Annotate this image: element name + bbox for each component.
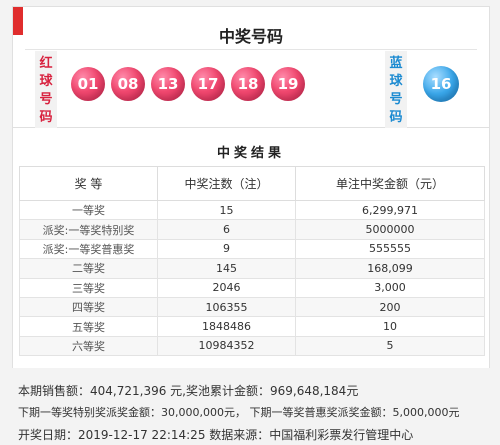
red-ball: 18 — [231, 67, 265, 101]
blue-label-char: 码 — [389, 110, 403, 125]
divider — [25, 49, 477, 50]
blue-ball: 16 — [423, 66, 459, 102]
prize-amount: 5 — [295, 335, 485, 357]
table-row: 二等奖 145 168,099 — [19, 258, 485, 279]
table-row: 派奖:一等奖普惠奖 9 555555 — [19, 238, 485, 260]
red-ball: 17 — [191, 67, 225, 101]
table-row: 派奖:一等奖特别奖 6 5000000 — [19, 219, 485, 240]
prize-level: 一等奖 — [19, 199, 158, 221]
blue-label-char: 蓝 — [389, 56, 403, 71]
prize-level: 五等奖 — [19, 316, 158, 337]
blue-ball-label: 蓝 球 号 码 — [385, 51, 407, 131]
prize-amount: 555555 — [295, 238, 485, 260]
winner-count: 2046 — [157, 277, 296, 298]
red-balls: 01 08 13 17 18 19 — [71, 67, 311, 103]
winner-count: 9 — [157, 238, 296, 260]
prize-table: 奖 等 中奖注数（注） 单注中奖金额（元） 一等奖 15 6,299,971 派… — [19, 166, 485, 357]
red-label-char: 码 — [39, 110, 53, 125]
prize-level: 派奖:一等奖特别奖 — [19, 219, 158, 240]
prize-amount: 168,099 — [295, 258, 485, 279]
next-draw-info: 下期一等奖特别奖派奖金额：30,000,000元， 下期一等奖普惠奖派奖金额：5… — [18, 406, 460, 419]
prize-amount: 200 — [295, 296, 485, 318]
prize-level: 派奖:一等奖普惠奖 — [19, 238, 158, 260]
draw-date-info: 开奖日期：2019-12-17 22:14:25 数据来源：中国福利彩票发行管理… — [18, 428, 414, 442]
winner-count: 1848486 — [157, 316, 296, 337]
header-level: 奖 等 — [19, 166, 158, 201]
winner-count: 106355 — [157, 296, 296, 318]
table-row: 五等奖 1848486 10 — [19, 316, 485, 337]
winning-numbers-title: 中奖号码 — [218, 27, 283, 46]
red-ball: 01 — [71, 67, 105, 101]
prize-amount: 3,000 — [295, 277, 485, 298]
winner-count: 10984352 — [157, 335, 296, 357]
results-card: 中奖结果 奖 等 中奖注数（注） 单注中奖金额（元） 一等奖 15 6,299,… — [12, 128, 490, 368]
winner-count: 6 — [157, 219, 296, 240]
table-row: 一等奖 15 6,299,971 — [19, 199, 485, 221]
header-count: 中奖注数（注） — [157, 166, 296, 201]
red-ball: 19 — [271, 67, 305, 101]
table-row: 四等奖 106355 200 — [19, 296, 485, 318]
red-label-char: 红 — [39, 56, 53, 71]
red-ball: 08 — [111, 67, 145, 101]
red-ball-label: 红 球 号 码 — [35, 51, 57, 131]
prize-level: 二等奖 — [19, 258, 158, 279]
blue-label-char: 球 — [389, 74, 403, 89]
red-label-char: 号 — [39, 92, 53, 107]
prize-amount: 10 — [295, 316, 485, 337]
red-ball: 13 — [151, 67, 185, 101]
winning-numbers-card: 中奖号码 红 球 号 码 01 08 13 17 18 19 蓝 球 号 码 1… — [12, 6, 490, 131]
prize-level: 六等奖 — [19, 335, 158, 357]
winner-count: 15 — [157, 199, 296, 221]
prize-amount: 5000000 — [295, 219, 485, 240]
red-label-char: 球 — [39, 74, 53, 89]
header-amount: 单注中奖金额（元） — [295, 166, 485, 201]
blue-label-char: 号 — [389, 92, 403, 107]
table-row: 六等奖 10984352 5 — [19, 335, 485, 357]
sales-info: 本期销售额：404,721,396 元,奖池累计金额：969,648,184元 — [18, 384, 359, 398]
prize-level: 三等奖 — [19, 277, 158, 298]
prize-amount: 6,299,971 — [295, 199, 485, 221]
results-title: 中奖结果 — [216, 146, 285, 161]
table-row: 三等奖 2046 3,000 — [19, 277, 485, 298]
table-header-row: 奖 等 中奖注数（注） 单注中奖金额（元） — [19, 166, 485, 201]
winner-count: 145 — [157, 258, 296, 279]
prize-level: 四等奖 — [19, 296, 158, 318]
